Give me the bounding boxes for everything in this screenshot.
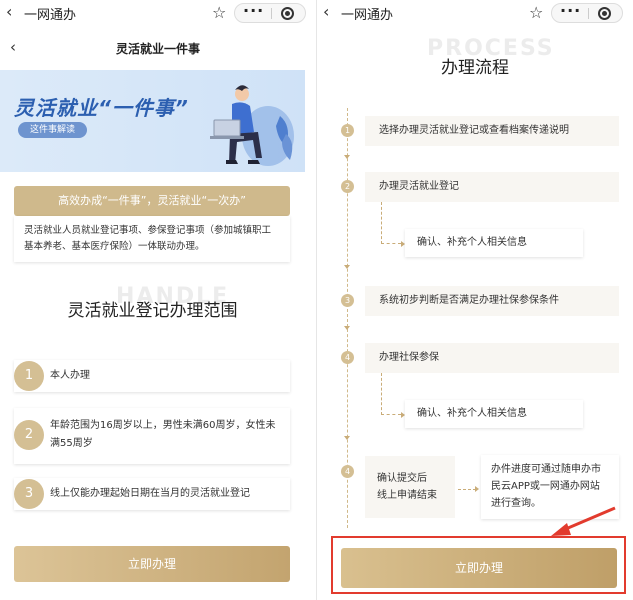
step-2-substep: 确认、补充个人相关信息 <box>405 229 583 257</box>
left-phone-screen: ‹ 一网通办 ☆ ··· ‹ 灵活就业一件事 灵活就业“一件事” 这件事解读 高… <box>0 0 316 600</box>
step-2-box: 办理灵活就业登记 <box>365 172 619 202</box>
step-arrow-icon <box>344 265 350 269</box>
star-icon[interactable]: ☆ <box>529 3 543 22</box>
apply-now-button[interactable]: 立即办理 <box>341 548 617 588</box>
top-bar: ‹ 一网通办 ☆ ··· <box>0 0 316 26</box>
back-icon[interactable]: ‹ <box>6 2 12 21</box>
scope-number-2: 2 <box>14 420 44 450</box>
screenshot-root: ‹ 一网通办 ☆ ··· ‹ 灵活就业一件事 灵活就业“一件事” 这件事解读 高… <box>0 0 633 600</box>
scope-item-1: 本人办理 <box>14 360 290 392</box>
scope-number-1: 1 <box>14 361 44 391</box>
close-target-icon[interactable] <box>281 7 294 20</box>
step-arrow-icon <box>344 436 350 440</box>
step-arrow-icon <box>344 155 350 159</box>
banner-badge[interactable]: 这件事解读 <box>18 122 88 138</box>
scope-title: 灵活就业登记办理范围 <box>67 301 238 321</box>
step-5-box: 确认提交后 线上申请结束 <box>365 456 455 518</box>
step-number-5: 4 <box>341 465 354 478</box>
step-number-2: 2 <box>341 180 354 193</box>
step-number-4: 4 <box>341 351 354 364</box>
note-connector <box>458 489 476 490</box>
step-arrow-icon <box>344 326 350 330</box>
step-5-line-1: 确认提交后 <box>377 473 427 484</box>
page-header: ‹ 灵活就业一件事 <box>0 36 316 64</box>
app-title: 一网通办 <box>341 8 394 23</box>
step-4-box: 办理社保参保 <box>365 343 619 373</box>
top-bar: ‹ 一网通办 ☆ ··· <box>317 0 633 26</box>
scope-item-text: 本人办理 <box>50 370 90 381</box>
branch-connector <box>381 202 401 244</box>
more-icon[interactable]: ··· <box>560 1 581 20</box>
person-laptop-illustration <box>210 85 294 166</box>
red-pointer-arrow-icon <box>551 506 616 536</box>
capsule-menu: ··· <box>234 1 306 23</box>
banner-title: 灵活就业“一件事” <box>14 96 189 120</box>
scope-item-text: 线上仅能办理起始日期在当月的灵活就业登记 <box>50 488 250 499</box>
step-1-box: 选择办理灵活就业登记或查看档案传递说明 <box>365 116 619 146</box>
scope-item-3: 线上仅能办理起始日期在当月的灵活就业登记 <box>14 478 290 510</box>
slogan-banner: 高效办成“一件事”，灵活就业“一次办” <box>14 186 290 216</box>
note-arrow-icon <box>475 486 479 492</box>
capsule-divider <box>271 8 272 19</box>
step-3-box: 系统初步判断是否满足办理社保参保条件 <box>365 286 619 316</box>
process-title: 办理流程 <box>441 58 509 78</box>
branch-connector <box>381 373 401 415</box>
capsule-menu: ··· <box>551 1 623 23</box>
scope-item-2: 年龄范围为16周岁以上，男性未满60周岁，女性未满55周岁 <box>14 408 290 464</box>
step-number-1: 1 <box>341 124 354 137</box>
close-target-icon[interactable] <box>598 7 611 20</box>
apply-now-button[interactable]: 立即办理 <box>14 546 290 582</box>
page-title: 灵活就业一件事 <box>115 42 200 56</box>
step-number-3: 3 <box>341 294 354 307</box>
banner: 灵活就业“一件事” 这件事解读 <box>0 70 305 172</box>
scope-number-3: 3 <box>14 479 44 509</box>
note-line-2: 民云APP或一网通办网站 <box>491 481 600 492</box>
app-title: 一网通办 <box>24 8 77 23</box>
note-line-1: 办件进度可通过随申办市 <box>491 464 601 475</box>
step-5-line-2: 线上申请结束 <box>377 490 437 501</box>
scope-item-text: 年龄范围为16周岁以上，男性未满60周岁，女性未满55周岁 <box>50 420 276 449</box>
star-icon[interactable]: ☆ <box>212 3 226 22</box>
back-icon[interactable]: ‹ <box>323 2 329 21</box>
more-icon[interactable]: ··· <box>243 1 264 20</box>
step-4-substep: 确认、补充个人相关信息 <box>405 400 583 428</box>
right-phone-screen: ‹ 一网通办 ☆ ··· PROCESS 办理流程 1 选择办理灵活就业登记或查… <box>317 0 633 600</box>
description-card: 灵活就业人员就业登记事项、参保登记事项（参加城镇职工基本养老、基本医疗保险）一体… <box>14 216 290 262</box>
capsule-divider <box>588 8 589 19</box>
